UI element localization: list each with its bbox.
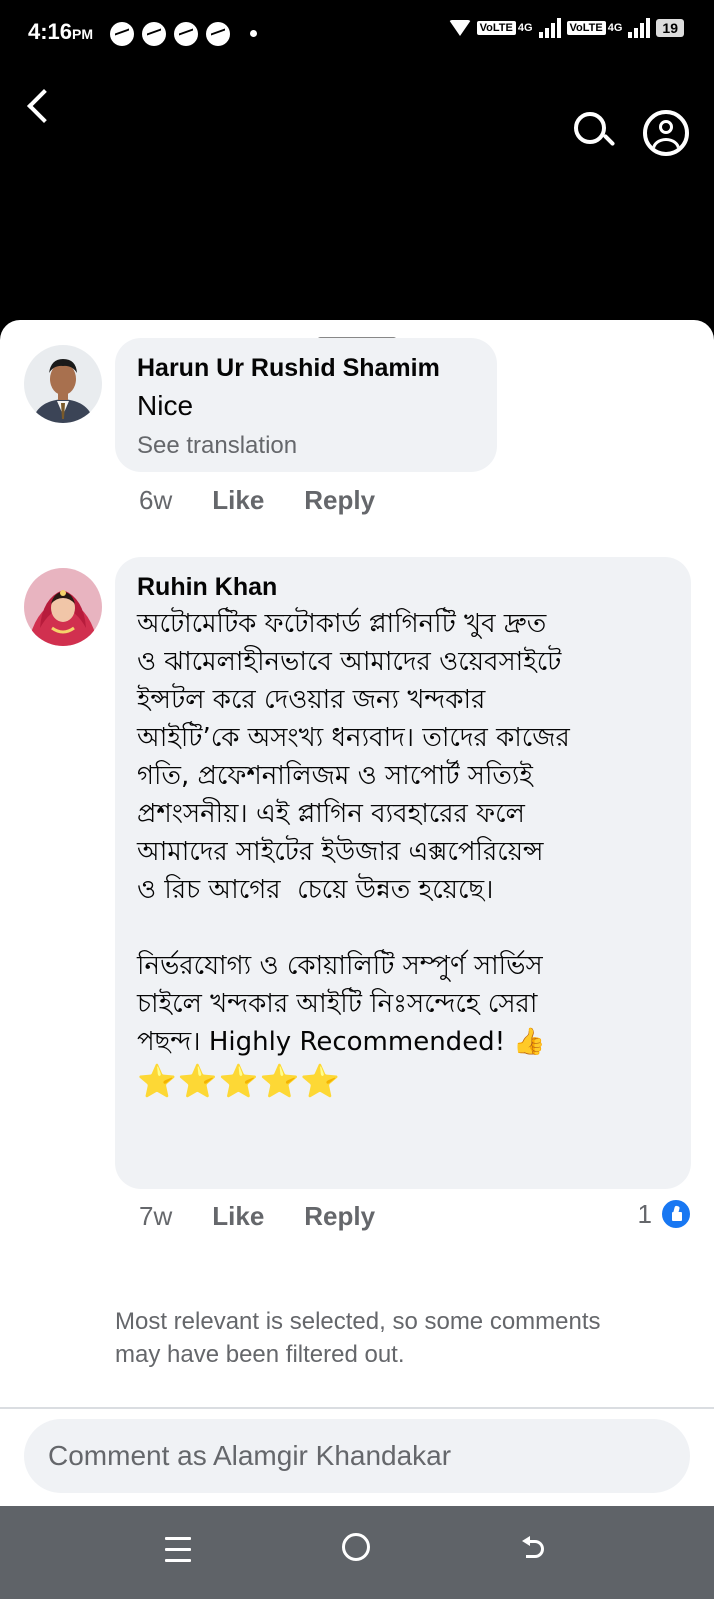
comment-actions: 7w Like Reply (139, 1201, 375, 1232)
divider (0, 1407, 714, 1409)
battery-indicator: 19 (656, 19, 684, 37)
comment-text: Nice (137, 390, 194, 421)
network-type: 4G (607, 22, 623, 34)
filter-note: Most relevant is selected, so some comme… (115, 1308, 601, 1368)
comment-time: 7w (139, 1201, 173, 1231)
reply-button[interactable]: Reply (304, 1201, 375, 1232)
like-button[interactable]: Like (212, 485, 264, 516)
messenger-icon (142, 22, 166, 46)
comment-time: 6w (139, 485, 173, 515)
home-icon[interactable] (342, 1533, 370, 1561)
comments-sheet: Harun Ur Rushid Shamim Nice See translat… (0, 320, 714, 1506)
see-translation-link[interactable]: See translation (137, 428, 475, 464)
comment-text: অটোমেটিক ফটোকার্ড প্লাগিনটি খুব দ্রুত ও … (137, 609, 570, 1057)
messenger-icon (174, 22, 198, 46)
comment-input[interactable]: Comment as Alamgir Khandakar (24, 1419, 690, 1493)
five-star-rating: ⭐⭐⭐⭐⭐ (137, 1063, 342, 1099)
status-bar: 4:16PM VoLTE 4G VoLTE 4G 19 (0, 0, 714, 66)
status-time: 4:16PM (28, 19, 94, 44)
messenger-icon (110, 22, 134, 46)
volte-badge: VoLTE (566, 21, 606, 35)
system-navigation-bar (0, 1506, 714, 1599)
back-icon[interactable] (522, 1536, 548, 1560)
thumbs-up-icon (660, 1198, 692, 1230)
signal-icon (538, 18, 561, 38)
recents-icon[interactable] (165, 1537, 191, 1563)
more-notifications-dot (250, 30, 257, 37)
user-circle-icon[interactable] (643, 110, 689, 156)
avatar[interactable] (24, 568, 102, 646)
messenger-icon (206, 22, 230, 46)
comment-author[interactable]: Harun Ur Rushid Shamim (137, 350, 475, 386)
comment-actions: 6w Like Reply (139, 485, 375, 516)
signal-icon (628, 18, 651, 38)
reaction-count: 1 (637, 1198, 652, 1229)
wifi-icon (448, 20, 471, 36)
search-icon[interactable] (572, 110, 616, 154)
comment-bubble: Ruhin Khan অটোমেটিক ফটোকার্ড প্লাগিনটি খ… (115, 557, 691, 1189)
comment-author[interactable]: Ruhin Khan (137, 569, 669, 605)
reply-button[interactable]: Reply (304, 485, 375, 516)
avatar[interactable] (24, 345, 102, 423)
volte-badge: VoLTE (476, 21, 516, 35)
like-button[interactable]: Like (212, 1201, 264, 1232)
back-chevron-left-icon[interactable] (24, 86, 58, 130)
reaction-summary[interactable]: 1 (638, 1198, 692, 1230)
comment-bubble: Harun Ur Rushid Shamim Nice See translat… (115, 338, 497, 472)
network-type: 4G (517, 22, 533, 34)
